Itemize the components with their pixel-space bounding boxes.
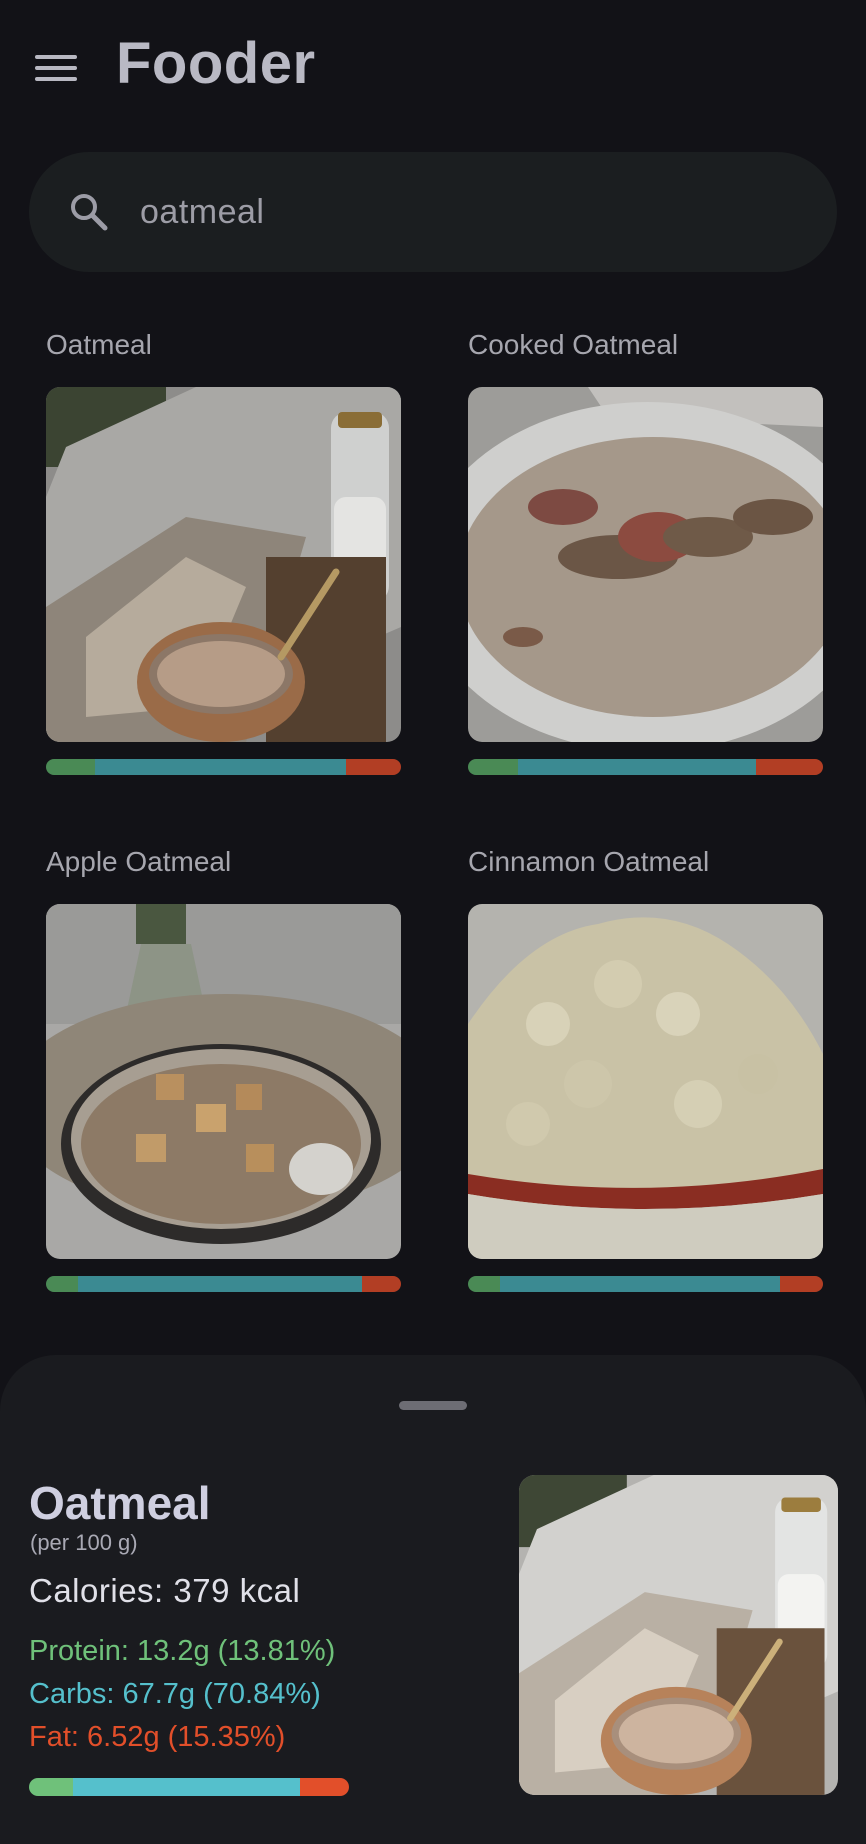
carbs-segment bbox=[73, 1778, 300, 1796]
food-card-cooked-oatmeal[interactable]: Cooked Oatmeal bbox=[468, 325, 823, 775]
macro-bar bbox=[46, 1276, 401, 1292]
carbs-segment bbox=[499, 1276, 781, 1292]
food-card-oatmeal[interactable]: Oatmeal bbox=[46, 325, 401, 775]
food-photo bbox=[46, 904, 401, 1259]
food-card-title: Apple Oatmeal bbox=[46, 846, 232, 877]
protein-segment bbox=[468, 1276, 500, 1292]
app-header: Fooder bbox=[0, 0, 866, 135]
food-card-title: Cinnamon Oatmeal bbox=[468, 846, 710, 877]
macro-bar bbox=[46, 759, 401, 775]
search-input[interactable] bbox=[140, 181, 790, 243]
macro-bar bbox=[468, 759, 823, 775]
detail-serving-size: (per 100 g) bbox=[30, 1530, 138, 1555]
food-card-apple-oatmeal[interactable]: Apple Oatmeal bbox=[46, 842, 401, 1292]
fat-segment bbox=[346, 759, 401, 775]
search-icon bbox=[71, 194, 108, 231]
food-card-title: Oatmeal bbox=[46, 329, 152, 360]
detail-macro-bar bbox=[29, 1778, 349, 1796]
detail-food-photo bbox=[519, 1475, 838, 1795]
detail-calories: Calories: 379 kcal bbox=[29, 1572, 301, 1609]
food-photo bbox=[46, 387, 401, 742]
food-photo bbox=[468, 387, 823, 742]
carbs-segment bbox=[95, 759, 347, 775]
food-card-title: Cooked Oatmeal bbox=[468, 329, 679, 360]
app-root: Fooder Oatmeal bbox=[0, 0, 866, 1844]
detail-protein: Protein: 13.2g (13.81%) bbox=[29, 1635, 336, 1667]
fat-segment bbox=[755, 759, 823, 775]
fat-segment bbox=[780, 1276, 823, 1292]
detail-fat: Fat: 6.52g (15.35%) bbox=[29, 1721, 286, 1753]
hamburger-menu-icon bbox=[35, 55, 77, 81]
protein-segment bbox=[46, 759, 96, 775]
sheet-drag-handle[interactable] bbox=[399, 1401, 467, 1410]
fat-segment bbox=[299, 1778, 349, 1796]
carbs-segment bbox=[517, 759, 756, 775]
protein-segment bbox=[46, 1276, 78, 1292]
protein-segment bbox=[468, 759, 518, 775]
food-card-cinnamon-oatmeal[interactable]: Cinnamon Oatmeal bbox=[468, 842, 823, 1292]
menu-button[interactable] bbox=[28, 44, 84, 92]
food-photo bbox=[468, 904, 823, 1259]
macro-bar bbox=[468, 1276, 823, 1292]
detail-food-name: Oatmeal bbox=[29, 1477, 211, 1529]
app-title: Fooder bbox=[116, 31, 316, 96]
fat-segment bbox=[361, 1276, 401, 1292]
protein-segment bbox=[29, 1778, 74, 1796]
detail-carbs: Carbs: 67.7g (70.84%) bbox=[29, 1678, 321, 1710]
carbs-segment bbox=[77, 1276, 362, 1292]
